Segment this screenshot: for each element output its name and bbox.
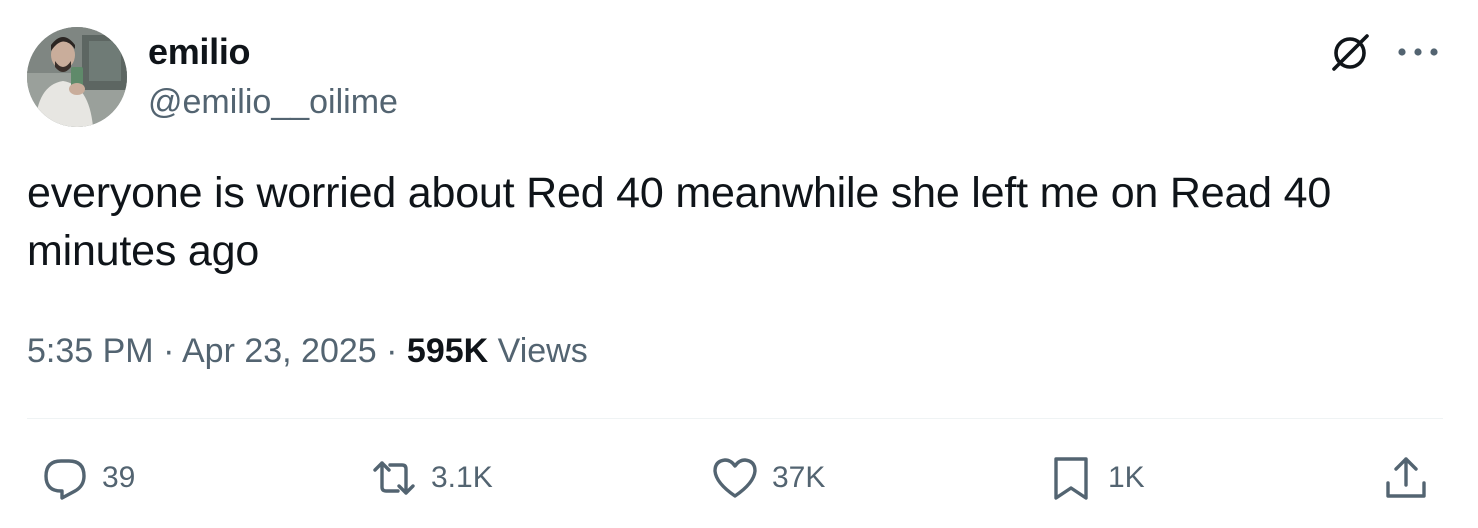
views-count[interactable]: 595K [407,332,488,370]
tweet-meta: 5:35 PM · Apr 23, 2025 · 595K Views [27,330,588,372]
tweet-card: emilio @emilio__oilime everyone is worri… [0,0,1478,528]
display-name[interactable]: emilio [148,31,251,73]
heart-icon [713,458,757,498]
user-handle[interactable]: @emilio__oilime [148,82,398,122]
tweet-date[interactable]: Apr 23, 2025 [182,332,377,370]
grok-icon[interactable] [1326,28,1374,76]
reply-count: 39 [102,461,136,494]
reply-button[interactable]: 39 [40,452,135,504]
bookmark-icon [1054,457,1088,500]
tweet-time[interactable]: 5:35 PM [27,332,154,370]
share-icon [1386,457,1426,498]
bookmark-button[interactable]: 1K [1046,452,1145,504]
meta-separator: · [163,332,175,370]
avatar-photo [27,27,127,127]
repost-button[interactable]: 3.1K [369,452,493,504]
tweet-text: everyone is worried about Red 40 meanwhi… [27,169,1332,275]
views-label[interactable]: Views [498,332,588,370]
bookmark-count: 1K [1108,461,1145,494]
more-options-icon[interactable] [1394,38,1442,66]
share-button[interactable] [1381,452,1431,504]
reply-icon [44,459,86,500]
avatar[interactable] [27,27,127,127]
like-count: 37K [772,461,826,494]
meta-separator: · [386,332,398,370]
repost-count: 3.1K [431,461,493,494]
like-button[interactable]: 37K [710,452,825,504]
retweet-icon [373,461,415,495]
divider [27,418,1443,419]
